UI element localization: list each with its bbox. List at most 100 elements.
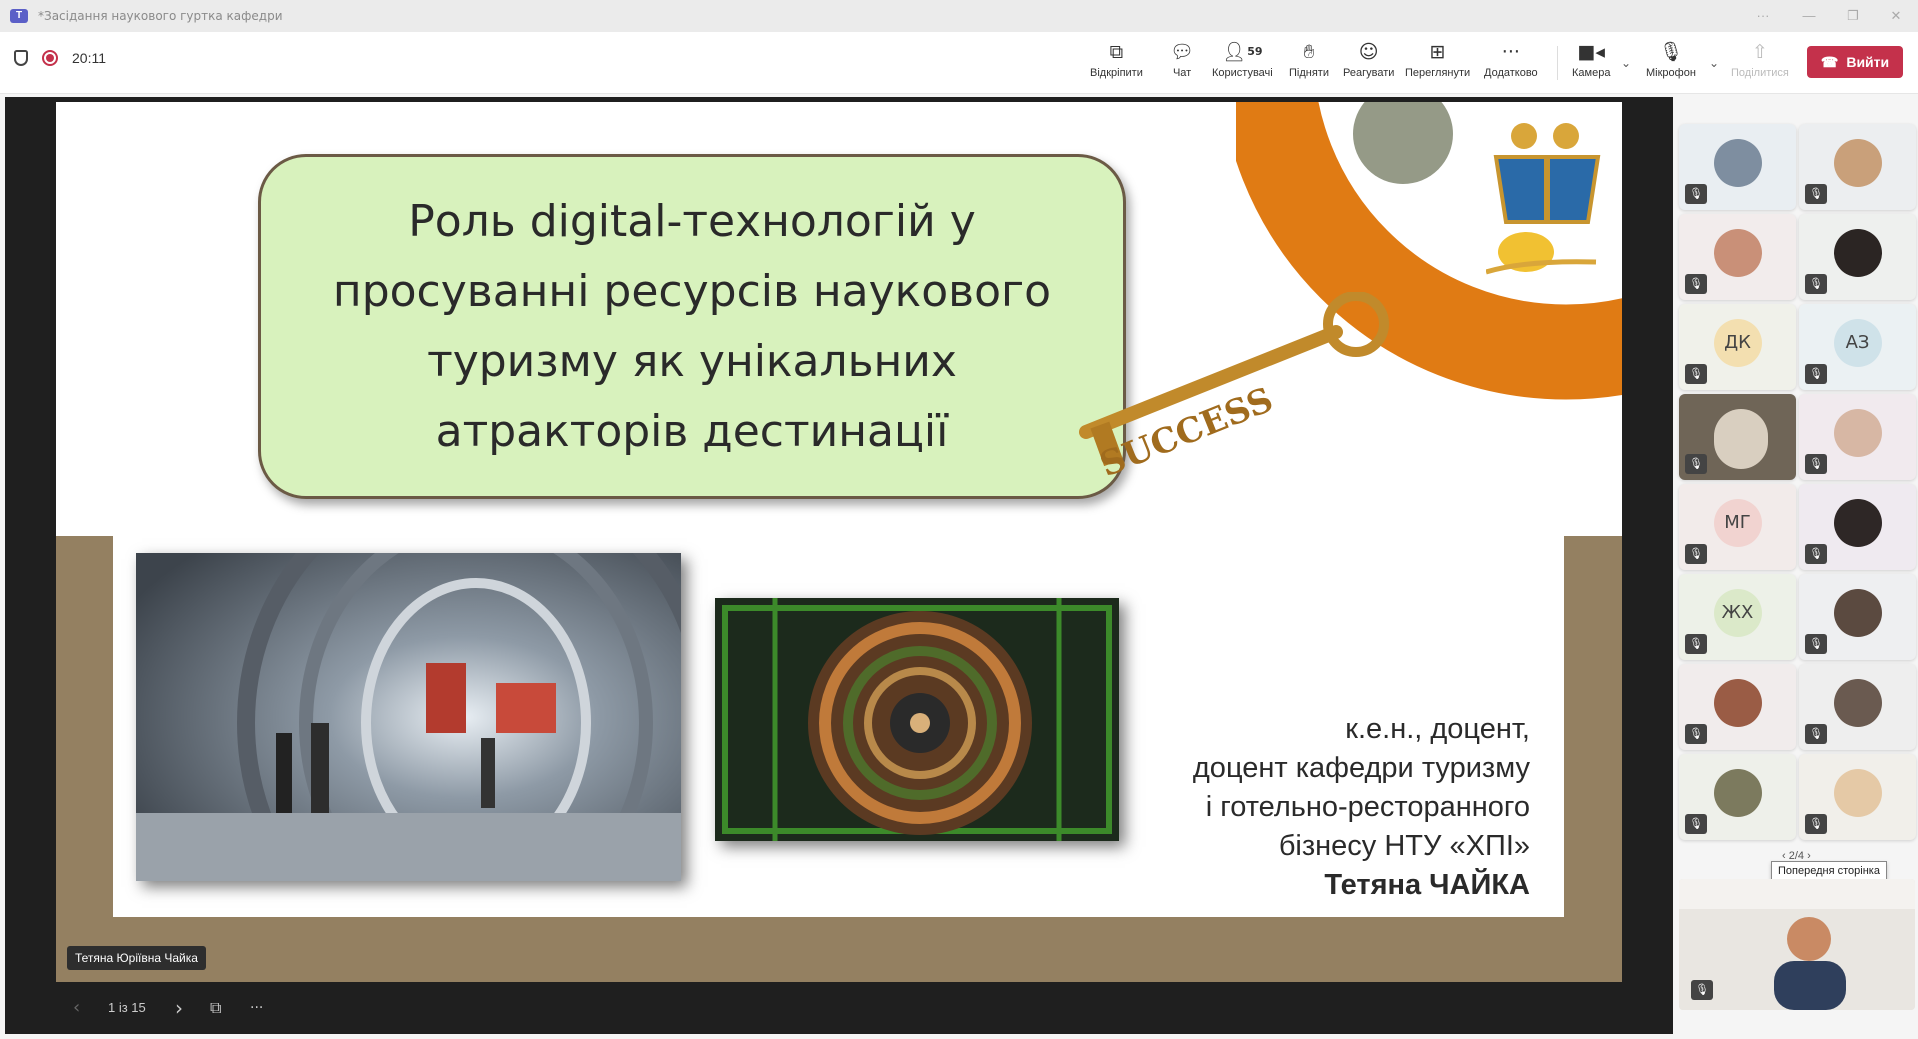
participant-tile[interactable]: 🎙︎	[1799, 214, 1916, 300]
view-button[interactable]: ⊞ Переглянути	[1405, 40, 1470, 88]
gallery-prev-tooltip: Попередня сторінка	[1771, 861, 1887, 881]
mic-options-chevron-icon[interactable]: ⌄	[1709, 56, 1719, 70]
mic-muted-icon: 🎙︎	[1685, 634, 1707, 654]
avatar	[1833, 139, 1882, 187]
unpin-button[interactable]: ⧉ Відкріпити	[1090, 40, 1143, 88]
slide-overview-icon[interactable]: ⧉	[210, 998, 221, 1018]
mic-muted-icon: 🎙︎	[1685, 724, 1707, 744]
hang-up-icon: ☎	[1820, 53, 1839, 70]
author-line: і готельно-ресторанного	[1205, 791, 1530, 823]
minimize-button[interactable]: —	[1787, 0, 1831, 32]
teams-app-icon: T	[10, 9, 28, 23]
mic-muted-icon: 🎙︎	[1685, 454, 1707, 474]
slide-position: 1 із 15	[108, 1000, 146, 1015]
meeting-toolbar: 20:11 ⧉ Відкріпити 💬︎ Чат 👤︎59 Користува…	[0, 32, 1918, 94]
mic-muted-icon: 🎙︎	[1685, 184, 1707, 204]
participant-video-figure	[1713, 409, 1768, 469]
shared-content-stage: Роль digital-технологій у просуванні рес…	[5, 97, 1673, 1034]
share-button[interactable]: ⇧ Поділитися	[1731, 40, 1789, 88]
more-options-icon[interactable]: ···	[1741, 0, 1785, 32]
leave-button[interactable]: ☎ Вийти	[1807, 46, 1903, 78]
avatar	[1833, 409, 1882, 457]
mic-muted-icon: 🎙︎	[1805, 544, 1827, 564]
mic-muted-icon: 🎙︎	[1805, 724, 1827, 744]
participant-tile[interactable]: 🎙︎	[1799, 754, 1916, 840]
author-line: доцент кафедри туризму	[1192, 752, 1530, 784]
participant-tile[interactable]: ЖХ 🎙︎	[1679, 574, 1796, 660]
chat-button[interactable]: 💬︎ Чат	[1170, 40, 1194, 88]
success-key-illustration: SUCCESS	[1079, 292, 1389, 485]
shield-icon	[14, 50, 28, 66]
mic-muted-icon: 🎙︎	[1805, 184, 1827, 204]
raise-hand-icon: ✋︎	[1303, 41, 1315, 63]
camera-options-chevron-icon[interactable]: ⌄	[1621, 56, 1631, 70]
mic-off-icon: 🎙︎	[1658, 41, 1684, 63]
avatar	[1713, 139, 1762, 187]
avatar	[1833, 679, 1882, 727]
camera-button[interactable]: ■◂ Камера	[1572, 40, 1610, 88]
slide-title: Роль digital-технологій у просуванні рес…	[332, 195, 1052, 457]
participant-tile[interactable]: АЗ 🎙︎	[1799, 304, 1916, 390]
participant-tile[interactable]: 🎙︎	[1679, 214, 1796, 300]
more-icon: ···	[1501, 41, 1520, 63]
people-icon: 👤︎59	[1222, 41, 1263, 63]
participant-tile[interactable]: 🎙︎	[1799, 664, 1916, 750]
collider-detector-photo	[715, 598, 1119, 841]
close-window-button[interactable]: ✕	[1874, 0, 1918, 32]
react-button[interactable]: ☺ Реагувати	[1343, 40, 1394, 88]
presenter-name-label: Тетяна Юріївна Чайка	[67, 946, 206, 970]
logo-figures	[1486, 123, 1601, 275]
mic-muted-icon: 🎙︎	[1685, 364, 1707, 384]
next-slide-icon[interactable]: ›	[175, 996, 183, 1020]
mic-muted-icon: 🎙︎	[1685, 814, 1707, 834]
microphone-button[interactable]: 🎙︎ Мікрофон	[1646, 40, 1696, 88]
mic-muted-icon: 🎙︎	[1805, 274, 1827, 294]
participant-tile[interactable]: ДК 🎙︎	[1679, 304, 1796, 390]
avatar	[1833, 769, 1882, 817]
camera-icon: ■◂	[1577, 41, 1605, 63]
slide-navigation: ‹ 1 із 15 › ⧉ ···	[5, 985, 1673, 1030]
window-titlebar: T *Засідання наукового гуртка кафедри ··…	[0, 0, 1918, 32]
avatar	[1833, 589, 1882, 637]
participant-tile[interactable]: 🎙︎	[1799, 574, 1916, 660]
chat-icon: 💬︎	[1170, 41, 1195, 63]
participant-tile[interactable]: 🎙︎	[1799, 124, 1916, 210]
unpin-icon: ⧉	[1109, 41, 1124, 63]
avatar	[1713, 769, 1762, 817]
participant-tile[interactable]: 🎙︎	[1679, 754, 1796, 840]
participant-tile[interactable]: 🎙︎	[1799, 484, 1916, 570]
author-name: Тетяна ЧАЙКА	[1324, 869, 1530, 901]
mic-muted-icon: 🎙︎	[1805, 814, 1827, 834]
mic-muted-icon: 🎙︎	[1685, 274, 1707, 294]
mic-muted-icon: 🎙︎	[1805, 364, 1827, 384]
initials-avatar: МГ	[1713, 499, 1762, 547]
meeting-timer: 20:11	[72, 50, 106, 66]
people-button[interactable]: 👤︎59 Користувачі	[1212, 40, 1273, 88]
participants-count: 59	[1247, 45, 1263, 58]
avatar	[1713, 679, 1762, 727]
author-line: к.е.н., доцент,	[1345, 713, 1530, 745]
participant-tile[interactable]: МГ 🎙︎	[1679, 484, 1796, 570]
slide-title-box: Роль digital-технологій у просуванні рес…	[258, 154, 1126, 499]
avatar	[1833, 229, 1882, 277]
more-button[interactable]: ··· Додатково	[1484, 40, 1538, 88]
window-title: *Засідання наукового гуртка кафедри	[38, 9, 283, 23]
mic-muted-icon: 🎙︎	[1805, 634, 1827, 654]
author-block: к.е.н., доцент, доцент кафедри туризму і…	[1193, 710, 1530, 905]
participant-tile[interactable]: 🎙︎	[1679, 664, 1796, 750]
prev-slide-icon[interactable]: ‹	[73, 997, 80, 1018]
toolbar-divider	[1557, 46, 1558, 80]
participant-tile[interactable]: 🎙︎	[1679, 124, 1796, 210]
tunnel-exhibit-photo	[136, 553, 681, 881]
participant-tile[interactable]: 🎙︎	[1799, 394, 1916, 480]
self-video-preview: 🎙︎	[1679, 879, 1915, 1010]
react-icon: ☺	[1358, 41, 1379, 63]
participant-tile-video[interactable]: 🎙︎	[1679, 394, 1796, 480]
mic-muted-icon: 🎙︎	[1691, 980, 1713, 1000]
share-icon: ⇧	[1751, 41, 1768, 63]
avatar	[1833, 499, 1882, 547]
slide-more-icon[interactable]: ···	[250, 1000, 263, 1016]
raise-hand-button[interactable]: ✋︎ Підняти	[1289, 40, 1329, 88]
restore-button[interactable]: ❐	[1831, 0, 1875, 32]
self-video-figure	[1679, 879, 1915, 1010]
